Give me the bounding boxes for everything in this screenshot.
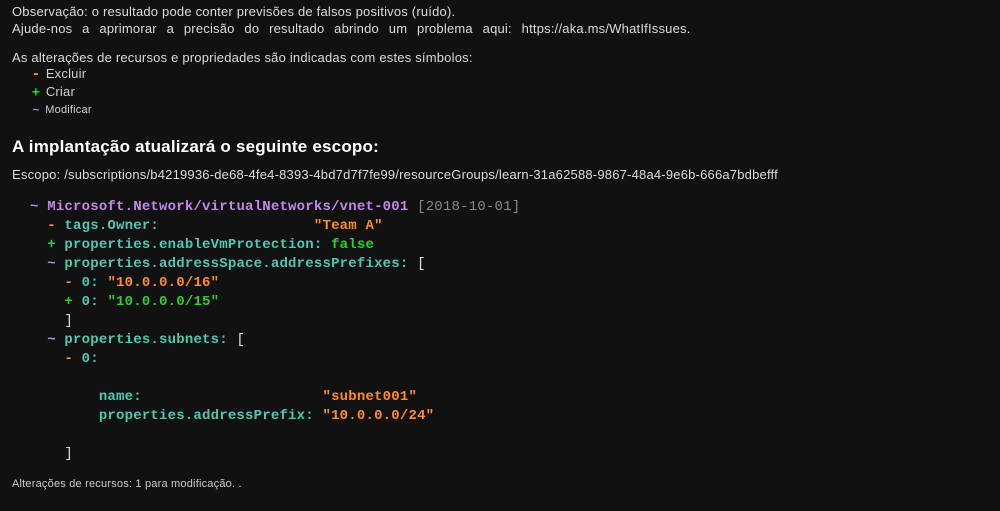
scope-value: /subscriptions/b4219936-de68-4fe4-8393-4… [64, 167, 778, 182]
val-cidr-old: "10.0.0.0/16" [107, 275, 219, 291]
plus-icon: + [30, 84, 42, 101]
whatif-diff: ~ Microsoft.Network/virtualNetworks/vnet… [0, 192, 1000, 464]
prop-subnets: properties.subnets: [64, 332, 227, 348]
legend-create-label: Criar [46, 84, 75, 99]
tilde-icon: ~ [47, 332, 56, 348]
legend-block: As alterações de recursos e propriedades… [0, 36, 1000, 119]
val-false: false [331, 237, 374, 253]
legend-delete-label: Excluir [46, 66, 86, 81]
prop-addressprefix: properties.addressPrefix: [99, 408, 314, 424]
plus-icon: + [64, 294, 73, 310]
note-false-positive: Observação: o resultado pode conter prev… [0, 0, 1000, 19]
prop-addressprefixes: properties.addressSpace.addressPrefixes: [64, 256, 408, 272]
bracket-open: [ [417, 256, 426, 272]
idx-0: 0: [82, 275, 99, 291]
val-team-a: "Team A" [314, 218, 383, 234]
prop-vmprotection: properties.enableVmProtection: [64, 237, 322, 253]
idx-0: 0: [82, 351, 99, 367]
prop-name: name: [99, 389, 142, 405]
minus-icon: - [47, 218, 56, 234]
val-subnet001: "subnet001" [322, 389, 417, 405]
bracket-close: ] [64, 446, 73, 462]
minus-icon: - [30, 66, 42, 83]
tilde-icon: ~ [30, 199, 39, 215]
plus-icon: + [47, 237, 56, 253]
resource-path: Microsoft.Network/virtualNetworks/vnet-0… [47, 199, 408, 215]
section-heading: A implantação atualizará o seguinte esco… [0, 119, 1000, 161]
api-version: [2018-10-01] [417, 199, 520, 215]
val-cidr-24: "10.0.0.0/24" [322, 408, 434, 424]
legend-modify-label: Modificar [45, 104, 91, 116]
tilde-icon: ~ [30, 101, 42, 118]
prop-tags-owner: tags.Owner: [64, 218, 159, 234]
scope-label: Escopo: [12, 167, 64, 182]
legend-title: As alterações de recursos e propriedades… [12, 50, 988, 65]
bracket-close: ] [64, 313, 73, 329]
pad [142, 389, 323, 405]
legend-create: + Criar [12, 83, 988, 101]
legend-modify: ~ Modificar [12, 101, 988, 119]
minus-icon: - [64, 275, 73, 291]
bracket-open: [ [236, 332, 245, 348]
minus-icon: - [64, 351, 73, 367]
idx-0: 0: [82, 294, 99, 310]
scope-line: Escopo: /subscriptions/b4219936-de68-4fe… [0, 161, 1000, 192]
val-cidr-new: "10.0.0.0/15" [107, 294, 219, 310]
pad [159, 218, 314, 234]
note-feedback: Ajude-nos a aprimorar a precisão do resu… [0, 19, 1000, 36]
legend-delete: - Excluir [12, 65, 988, 83]
tilde-icon: ~ [47, 256, 56, 272]
summary-footer: Alterações de recursos: 1 para modificaç… [0, 464, 1000, 490]
